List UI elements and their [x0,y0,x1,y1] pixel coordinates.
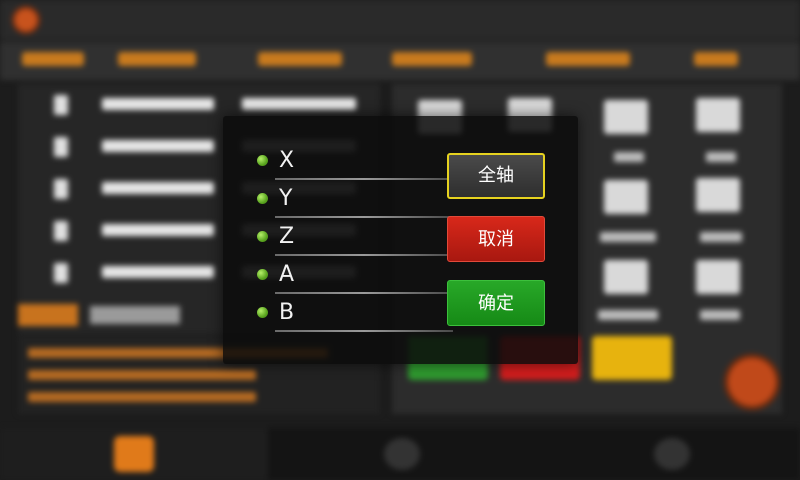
log-line [28,392,256,402]
header-cell [694,52,738,66]
tool-icon [696,178,740,212]
header-cell [118,52,196,66]
axis-letter [54,137,68,157]
tab-home [0,428,268,480]
tool-label [614,152,644,162]
tool-icon [696,98,740,132]
axis-option-z[interactable]: Z [257,218,453,256]
axis-letter [54,179,68,199]
coordinate-value [102,140,214,152]
header-cell [258,52,342,66]
axis-option-x[interactable]: X [257,142,453,180]
axis-option-b[interactable]: B [257,294,453,332]
settings-icon [654,438,690,470]
tool-label [700,232,742,242]
tool-icon [604,100,648,134]
tool-icon [604,180,648,214]
axis-letter [54,221,68,241]
indicator-dot-icon [257,155,268,166]
log-line [28,370,256,380]
header-cell [546,52,630,66]
status-label [18,304,78,326]
home-icon [114,436,154,472]
axis-letter [54,95,68,115]
bottom-nav [0,428,800,480]
emergency-stop-icon [724,354,780,410]
all-axes-button[interactable]: 全轴 [447,153,545,199]
top-bar [0,0,800,40]
pause-button [592,336,672,380]
axis-option-label: Y [279,186,293,211]
indicator-dot-icon [257,269,268,280]
axis-option-label: X [279,148,295,173]
status-value [90,306,180,324]
indicator-dot-icon [257,193,268,204]
axis-select-dialog: X Y Z A B 全轴 取消 确定 [223,116,578,364]
tool-label [706,152,736,162]
coordinate-value [242,98,356,110]
column-header-row [0,42,800,80]
axis-option-label: A [279,262,295,287]
header-cell [22,52,84,66]
indicator-dot-icon [257,307,268,318]
coordinate-value [102,224,214,236]
tool-icon [696,260,740,294]
cancel-button[interactable]: 取消 [447,216,545,262]
coordinate-value [102,266,214,278]
folder-icon [384,438,420,470]
indicator-dot-icon [257,231,268,242]
divider [275,330,453,332]
confirm-button[interactable]: 确定 [447,280,545,326]
tool-icon [604,260,648,294]
tool-label [598,310,658,320]
coordinate-value [102,98,214,110]
axis-option-y[interactable]: Y [257,180,453,218]
app-logo-icon [12,6,40,34]
axis-option-label: Z [279,224,295,249]
axis-option-a[interactable]: A [257,256,453,294]
axis-option-label: B [279,300,295,325]
tool-label [600,232,656,242]
tool-label [700,310,740,320]
axis-letter [54,263,68,283]
header-cell [392,52,472,66]
coordinate-value [102,182,214,194]
